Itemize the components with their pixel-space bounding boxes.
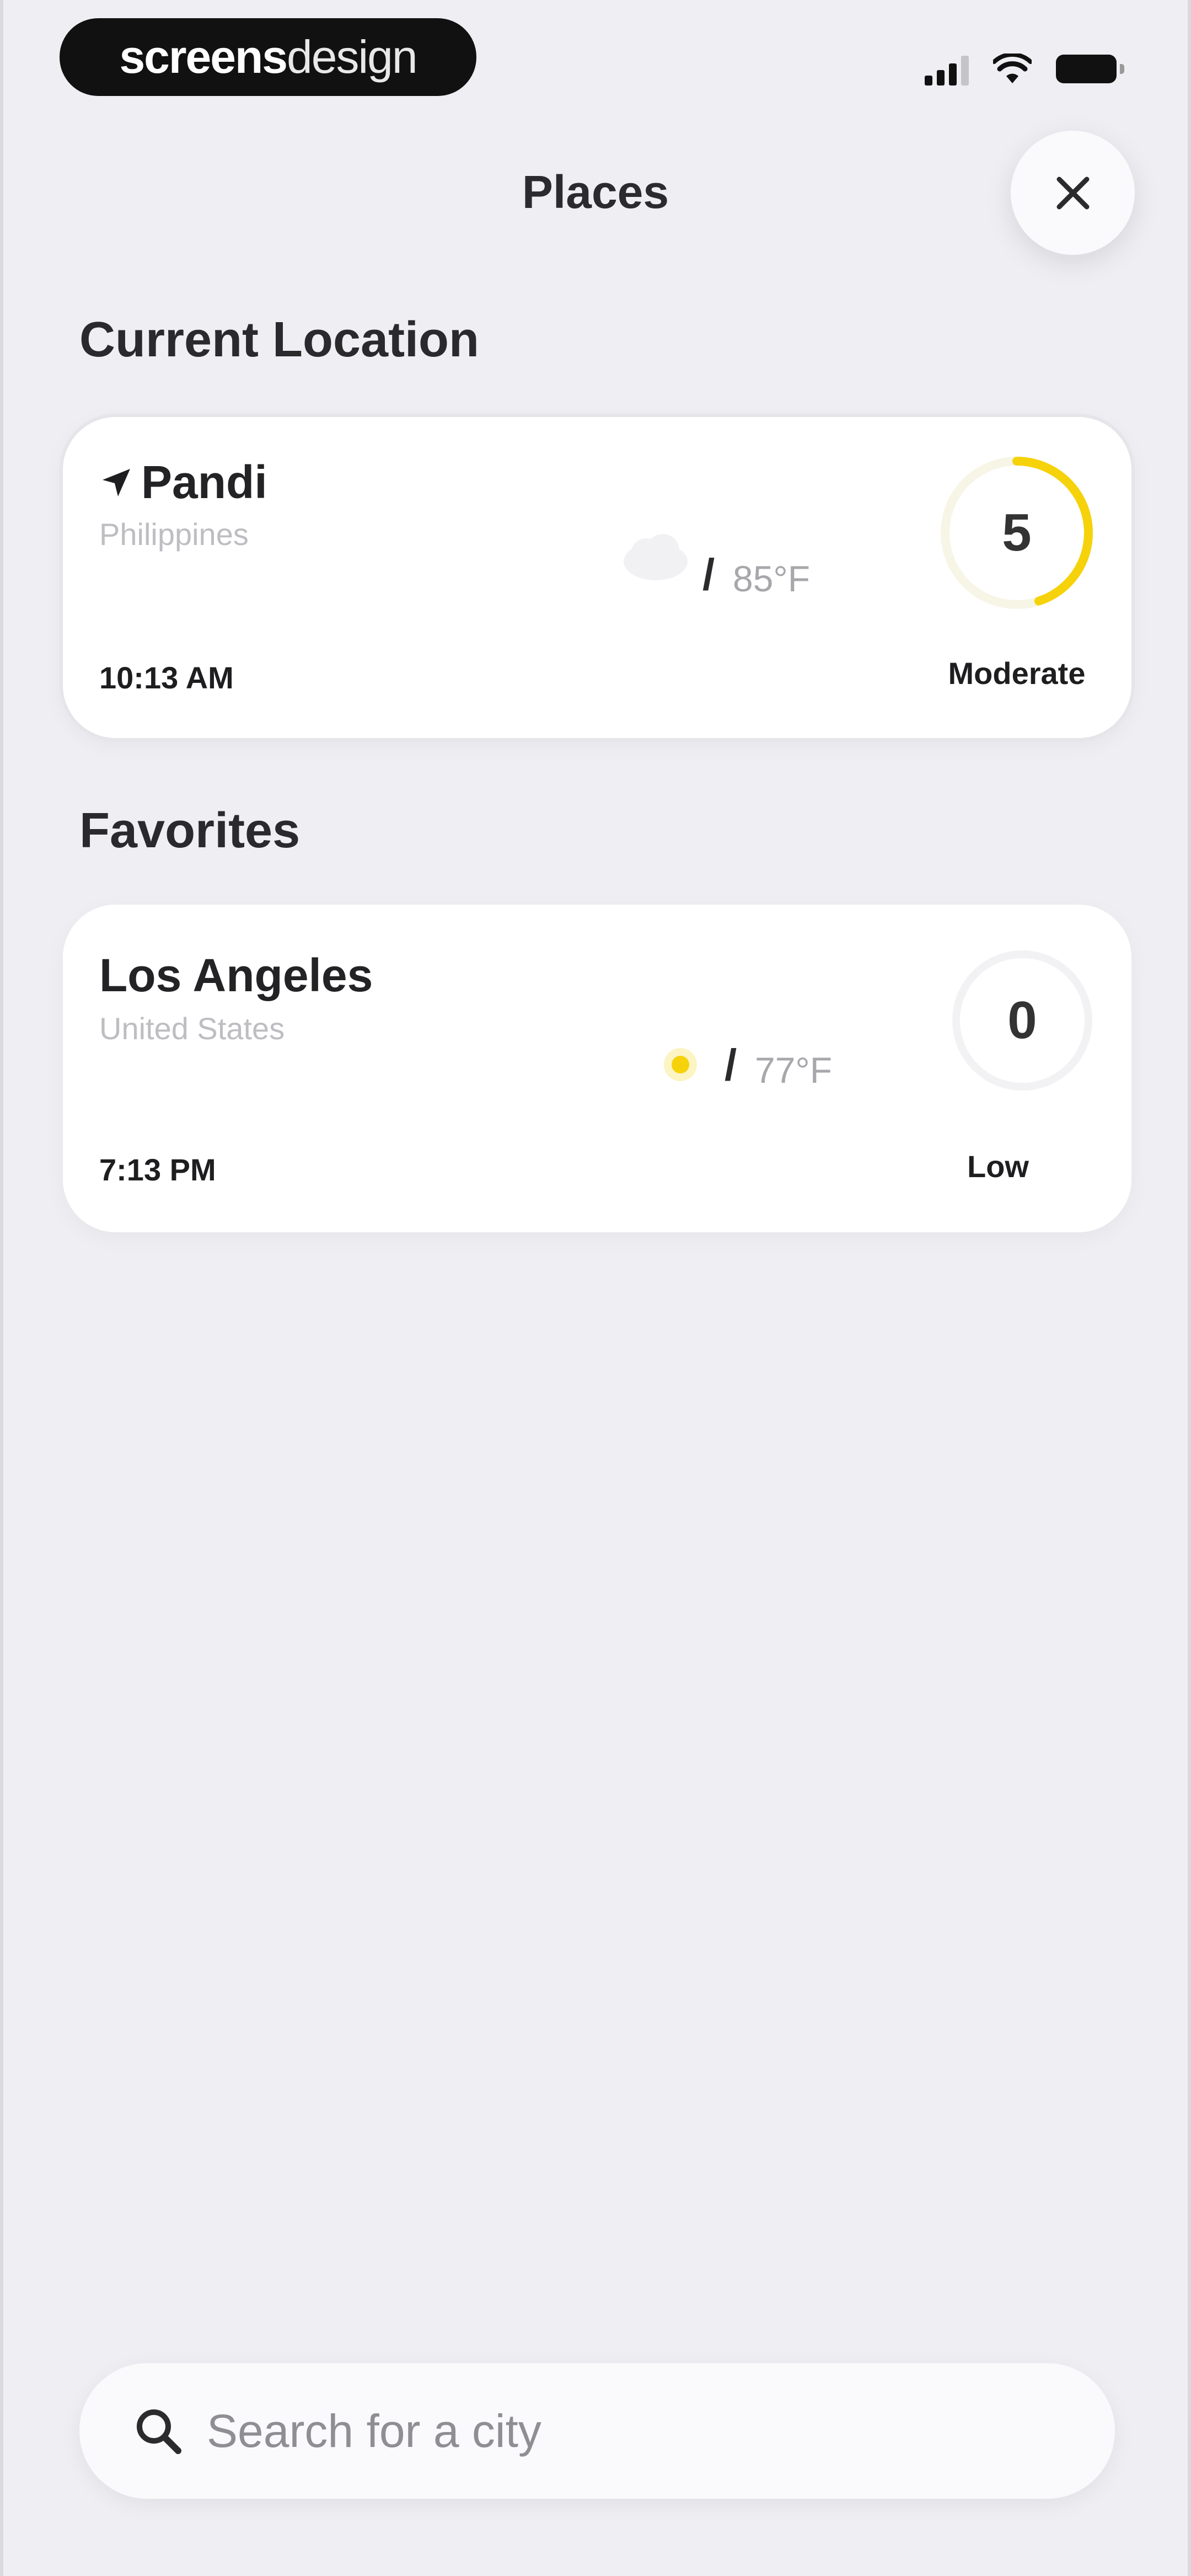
search-bar[interactable]: Search for a city [79, 2363, 1115, 2499]
uv-index-value: 0 [1007, 991, 1037, 1050]
battery-icon [1056, 55, 1124, 83]
current-city-name: Pandi [141, 456, 267, 508]
current-local-time: 10:13 AM [99, 660, 234, 695]
brand-bold-text: screens [119, 31, 288, 83]
favorite-temperature: 77°F [755, 1050, 833, 1091]
uv-level-label: Moderate [948, 656, 1086, 691]
favorite-card-los-angeles[interactable]: Los Angeles United States 7:13 PM / 77°F… [63, 905, 1131, 1232]
section-current-location: Current Location [79, 312, 480, 367]
cloud-icon [624, 534, 688, 580]
current-city: Pandi [99, 456, 267, 509]
current-temperature: 85°F [733, 558, 811, 599]
uv-index-gauge: 0 [945, 943, 1099, 1098]
wifi-icon [993, 54, 1032, 83]
section-favorites: Favorites [79, 803, 301, 858]
uv-index-value: 5 [1002, 503, 1032, 562]
uv-index-gauge: 5 [934, 450, 1099, 616]
current-country: Philippines [99, 517, 249, 552]
favorite-country: United States [99, 1011, 285, 1046]
close-icon [1056, 177, 1089, 209]
search-input[interactable]: Search for a city [207, 2404, 541, 2458]
temp-separator: / [725, 1040, 737, 1089]
app-frame [0, 0, 1191, 2576]
favorite-local-time: 7:13 PM [99, 1152, 216, 1187]
current-location-card[interactable]: Pandi Philippines 10:13 AM / 85°F 5 Mode… [63, 417, 1131, 738]
sun-icon [664, 1048, 697, 1081]
brand-light-text: design [287, 31, 418, 83]
uv-level-label: Low [967, 1149, 1029, 1184]
brand-watermark: screens design [60, 18, 476, 96]
temp-separator: / [702, 550, 715, 599]
signal-icon [925, 52, 969, 85]
status-icons [925, 52, 1124, 85]
close-button[interactable] [1011, 131, 1135, 255]
favorite-city-name: Los Angeles [99, 949, 373, 1001]
location-arrow-icon [103, 468, 130, 496]
search-icon [137, 2409, 181, 2454]
